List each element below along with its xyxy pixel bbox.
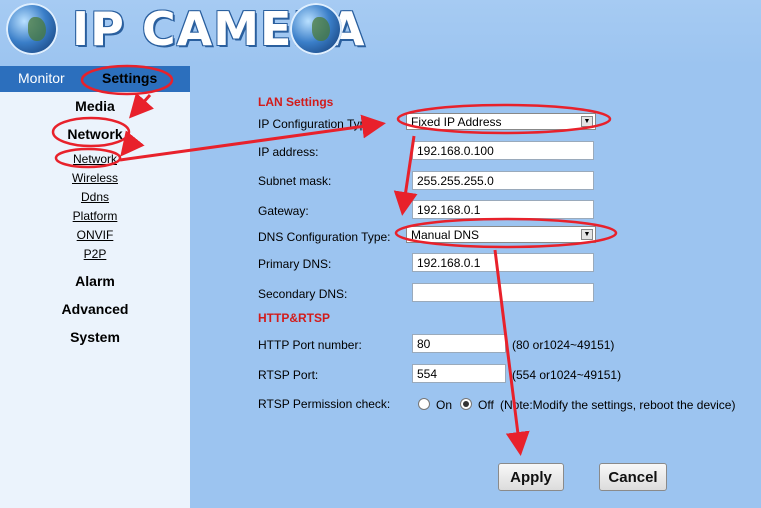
gateway-field[interactable]: 192.168.0.1 <box>412 200 594 219</box>
reboot-note: (Note:Modify the settings, reboot the de… <box>500 398 736 412</box>
rtsp-permission-off-label: Off <box>478 398 494 412</box>
rtsp-permission-on-label: On <box>436 398 453 412</box>
sidebar-subitem-network[interactable]: Network <box>0 152 190 166</box>
globe-icon <box>6 3 58 55</box>
chevron-down-icon[interactable]: ▼ <box>581 116 593 127</box>
sidebar-item-network[interactable]: Network <box>0 126 190 142</box>
rtsp-permission-off-radio[interactable] <box>460 398 472 410</box>
sidebar: Monitor Settings Media Network Network W… <box>0 66 190 508</box>
secondary-dns-field[interactable] <box>412 283 594 302</box>
cancel-button[interactable]: Cancel <box>599 463 667 491</box>
sidebar-item-media[interactable]: Media <box>0 98 190 114</box>
subnet-mask-field[interactable]: 255.255.255.0 <box>412 171 594 190</box>
apply-button[interactable]: Apply <box>498 463 564 491</box>
sidebar-subitem-platform[interactable]: Platform <box>0 209 190 223</box>
section-heading-http-rtsp: HTTP&RTSP <box>258 311 330 325</box>
globe-icon <box>290 3 342 55</box>
rtsp-port-hint: (554 or1024~49151) <box>512 368 622 382</box>
rtsp-permission-on-radio[interactable] <box>418 398 430 410</box>
dns-config-type-select[interactable]: Manual DNS ▼ <box>406 226 596 243</box>
sidebar-subitem-onvif[interactable]: ONVIF <box>0 228 190 242</box>
gateway-label: Gateway: <box>258 204 309 218</box>
rtsp-port-label: RTSP Port: <box>258 368 319 382</box>
dns-config-type-value: Manual DNS <box>411 228 480 242</box>
rtsp-port-field[interactable]: 554 <box>412 364 506 383</box>
ip-address-label: IP address: <box>258 145 319 159</box>
secondary-dns-label: Secondary DNS: <box>258 287 348 301</box>
tab-bar: Monitor Settings <box>0 66 190 92</box>
ip-config-type-select[interactable]: Fixed IP Address ▼ <box>406 113 596 130</box>
sidebar-item-system[interactable]: System <box>0 329 190 345</box>
subnet-mask-label: Subnet mask: <box>258 174 332 188</box>
sidebar-subitem-wireless[interactable]: Wireless <box>0 171 190 185</box>
rtsp-permission-label: RTSP Permission check: <box>258 397 391 411</box>
chevron-down-icon[interactable]: ▼ <box>581 229 593 240</box>
sidebar-item-advanced[interactable]: Advanced <box>0 301 190 317</box>
ip-address-field[interactable]: 192.168.0.100 <box>412 141 594 160</box>
http-port-field[interactable]: 80 <box>412 334 506 353</box>
tab-monitor[interactable]: Monitor <box>18 70 65 86</box>
section-heading-lan: LAN Settings <box>258 95 334 109</box>
sidebar-subitem-ddns[interactable]: Ddns <box>0 190 190 204</box>
ip-config-type-label: IP Configuration Type: <box>258 117 377 131</box>
http-port-label: HTTP Port number: <box>258 338 362 352</box>
tab-settings[interactable]: Settings <box>102 70 157 86</box>
primary-dns-label: Primary DNS: <box>258 257 332 271</box>
sidebar-subitem-p2p[interactable]: P2P <box>0 247 190 261</box>
ip-config-type-value: Fixed IP Address <box>411 115 502 129</box>
sidebar-item-alarm[interactable]: Alarm <box>0 273 190 289</box>
header-banner: IP CAMERA <box>0 0 761 66</box>
http-port-hint: (80 or1024~49151) <box>512 338 615 352</box>
primary-dns-field[interactable]: 192.168.0.1 <box>412 253 594 272</box>
dns-config-type-label: DNS Configuration Type: <box>258 230 391 244</box>
